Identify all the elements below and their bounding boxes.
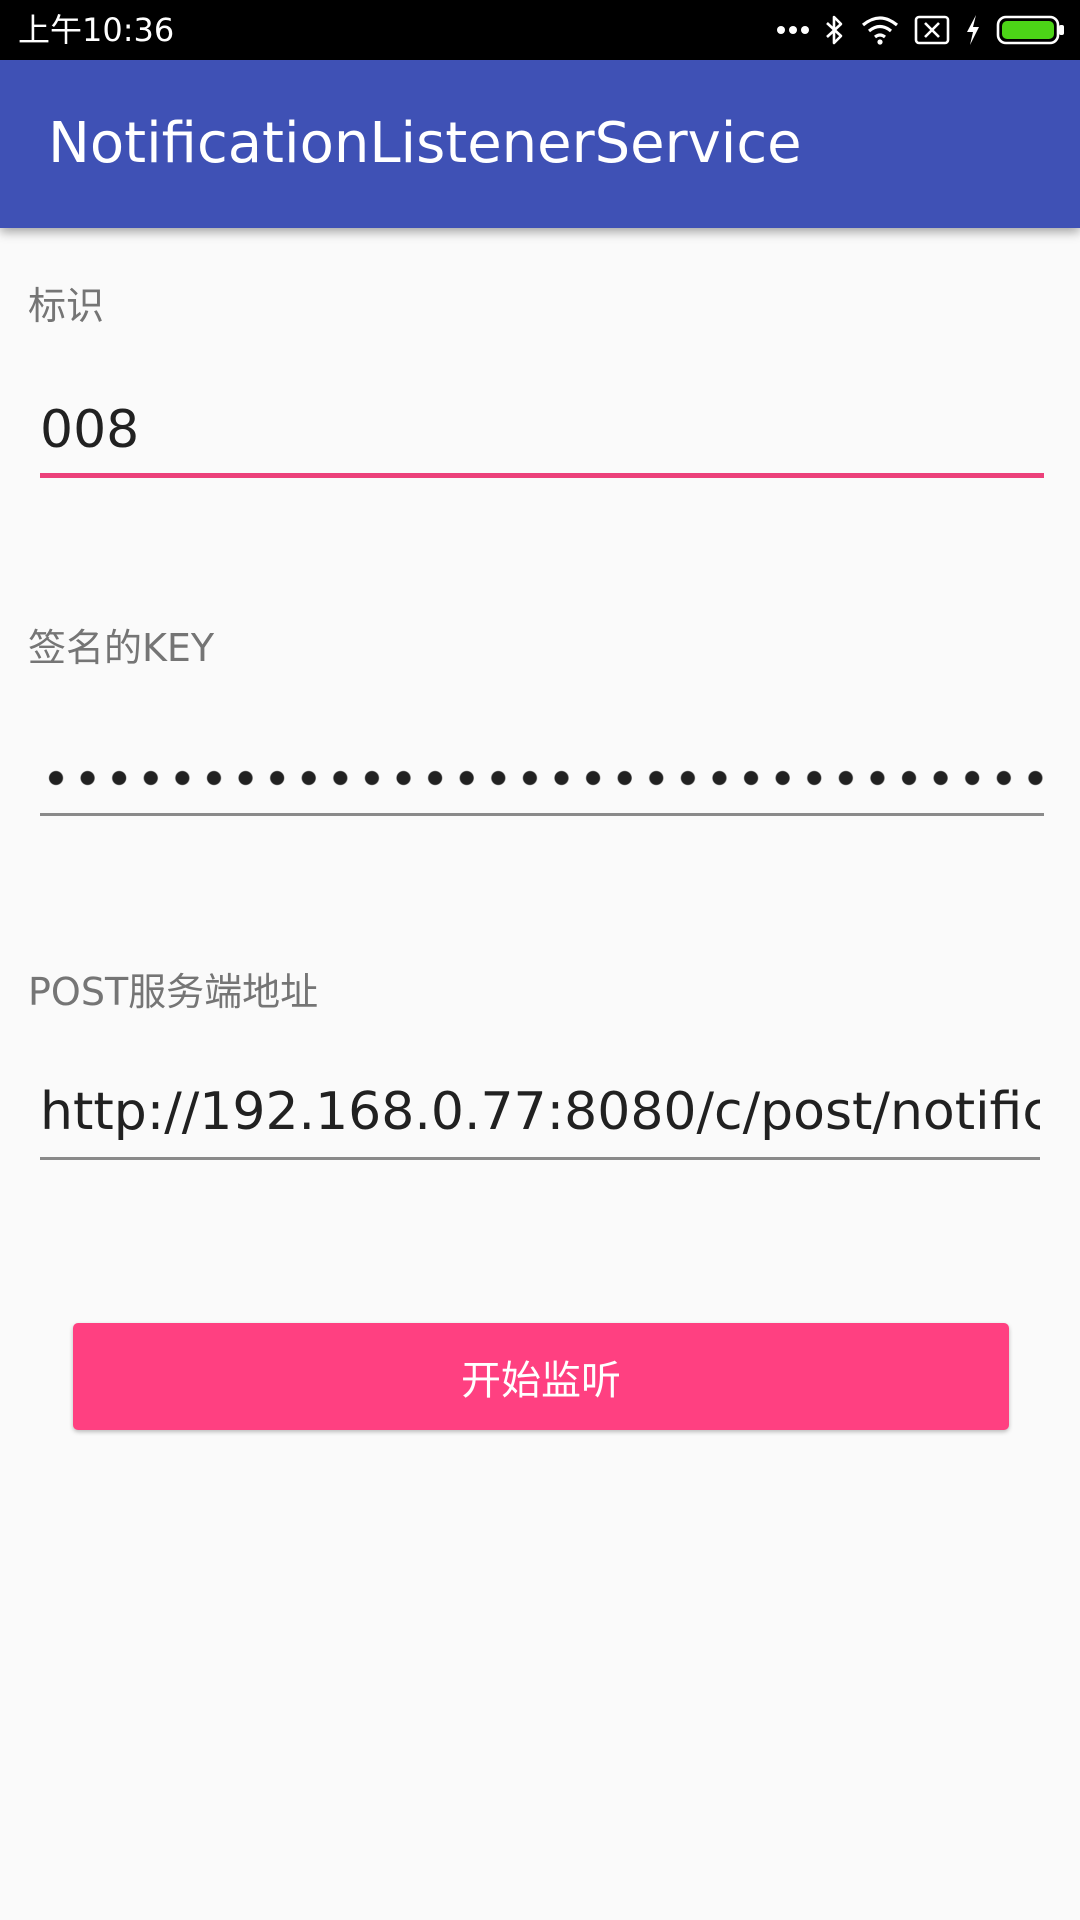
url-input-underline — [40, 1157, 1040, 1160]
bluetooth-icon — [824, 14, 846, 46]
start-listen-button[interactable]: 开始监听 — [73, 1323, 1009, 1430]
key-label: 签名的KEY — [28, 626, 215, 670]
url-label: POST服务端地址 — [28, 970, 319, 1014]
key-password-dots — [48, 770, 1044, 786]
no-sim-icon — [914, 15, 950, 45]
url-input[interactable]: http://192.168.0.77:8080/c/post/notifica… — [40, 1080, 1040, 1160]
key-input-underline — [40, 813, 1044, 816]
id-input[interactable]: 008 — [40, 398, 1044, 478]
url-input-value: http://192.168.0.77:8080/c/post/notifica… — [40, 1082, 1040, 1142]
battery-icon — [996, 15, 1066, 45]
status-bar: 上午10:36 — [0, 0, 1080, 60]
id-input-value: 008 — [40, 400, 140, 460]
status-time: 上午10:36 — [18, 11, 175, 49]
key-input[interactable] — [40, 736, 1044, 816]
app-title: NotificationListenerService — [48, 111, 802, 176]
charging-icon — [964, 14, 982, 46]
id-label: 标识 — [28, 284, 105, 328]
app-bar: NotificationListenerService — [0, 60, 1080, 228]
wifi-icon — [860, 15, 900, 45]
status-icons — [762, 10, 1066, 50]
more-dots-icon — [776, 25, 810, 35]
id-input-underline — [40, 473, 1044, 478]
